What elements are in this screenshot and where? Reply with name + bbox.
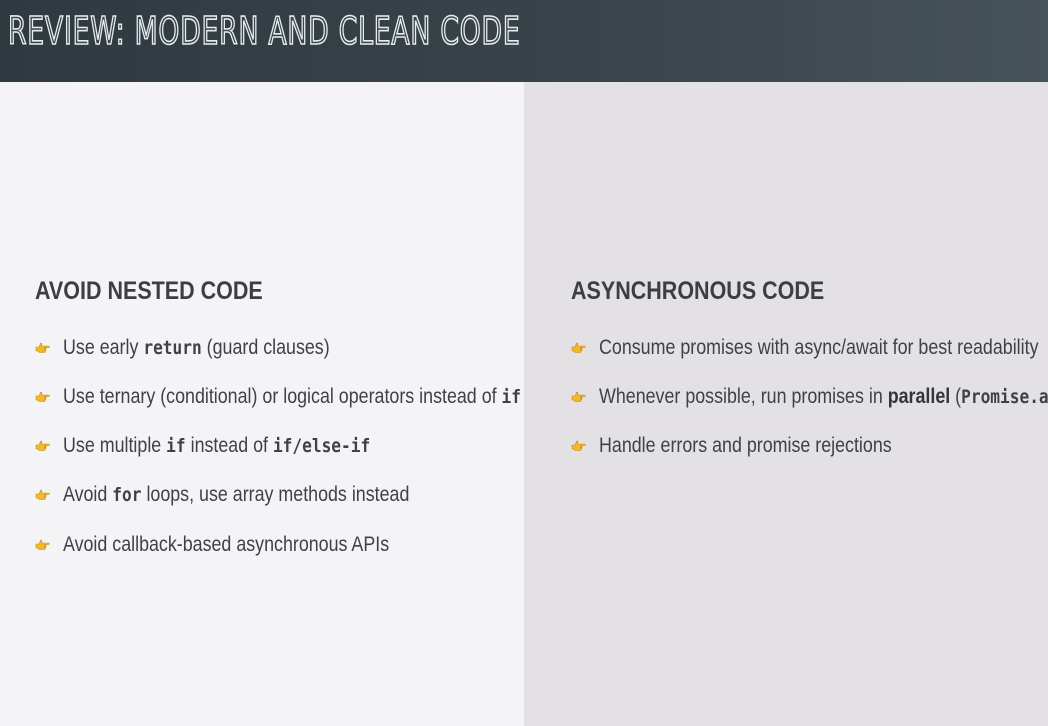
list-item: Avoid for loops, use array methods inste… <box>35 480 471 510</box>
pointing-hand-icon <box>571 391 586 402</box>
list-item: Handle errors and promise rejections <box>571 431 943 461</box>
list-item: Use early return (guard clauses) <box>35 333 377 363</box>
pointing-hand-icon <box>35 391 50 402</box>
item-text: Avoid for loops, use array methods inste… <box>63 483 410 506</box>
item-text: Use ternary (conditional) or logical ope… <box>63 385 522 408</box>
right-column: ASYNCHRONOUS CODE Consume promises with … <box>524 82 1048 726</box>
list-item: Consume promises with async/await for be… <box>571 333 1048 363</box>
list-item: Avoid callback-based asynchronous APIs <box>35 530 447 560</box>
header-bar: REVIEW: MODERN AND CLEAN CODE <box>0 0 1048 82</box>
item-text: Avoid callback-based asynchronous APIs <box>63 533 390 556</box>
page-title: REVIEW: MODERN AND CLEAN CODE <box>7 8 521 54</box>
pointing-hand-icon <box>35 489 50 500</box>
right-heading: ASYNCHRONOUS CODE <box>571 277 825 305</box>
item-text: Handle errors and promise rejections <box>599 434 892 457</box>
left-column: AVOID NESTED CODE Use early return (guar… <box>0 82 524 726</box>
slide: REVIEW: MODERN AND CLEAN CODE AVOID NEST… <box>0 0 1048 726</box>
left-heading: AVOID NESTED CODE <box>35 277 263 305</box>
item-text: Consume promises with async/await for be… <box>599 336 1039 359</box>
pointing-hand-icon <box>35 342 50 353</box>
list-item: Whenever possible, run promises in paral… <box>571 382 1048 412</box>
item-text: Whenever possible, run promises in paral… <box>599 385 1048 408</box>
pointing-hand-icon <box>35 440 50 451</box>
list-item: Use multiple if instead of if/else-if <box>35 431 424 461</box>
item-text: Use early return (guard clauses) <box>63 336 330 359</box>
pointing-hand-icon <box>35 539 50 550</box>
pointing-hand-icon <box>571 342 586 353</box>
pointing-hand-icon <box>571 440 586 451</box>
item-text: Use multiple if instead of if/else-if <box>63 434 371 457</box>
list-item: Use ternary (conditional) or logical ope… <box>35 382 602 412</box>
